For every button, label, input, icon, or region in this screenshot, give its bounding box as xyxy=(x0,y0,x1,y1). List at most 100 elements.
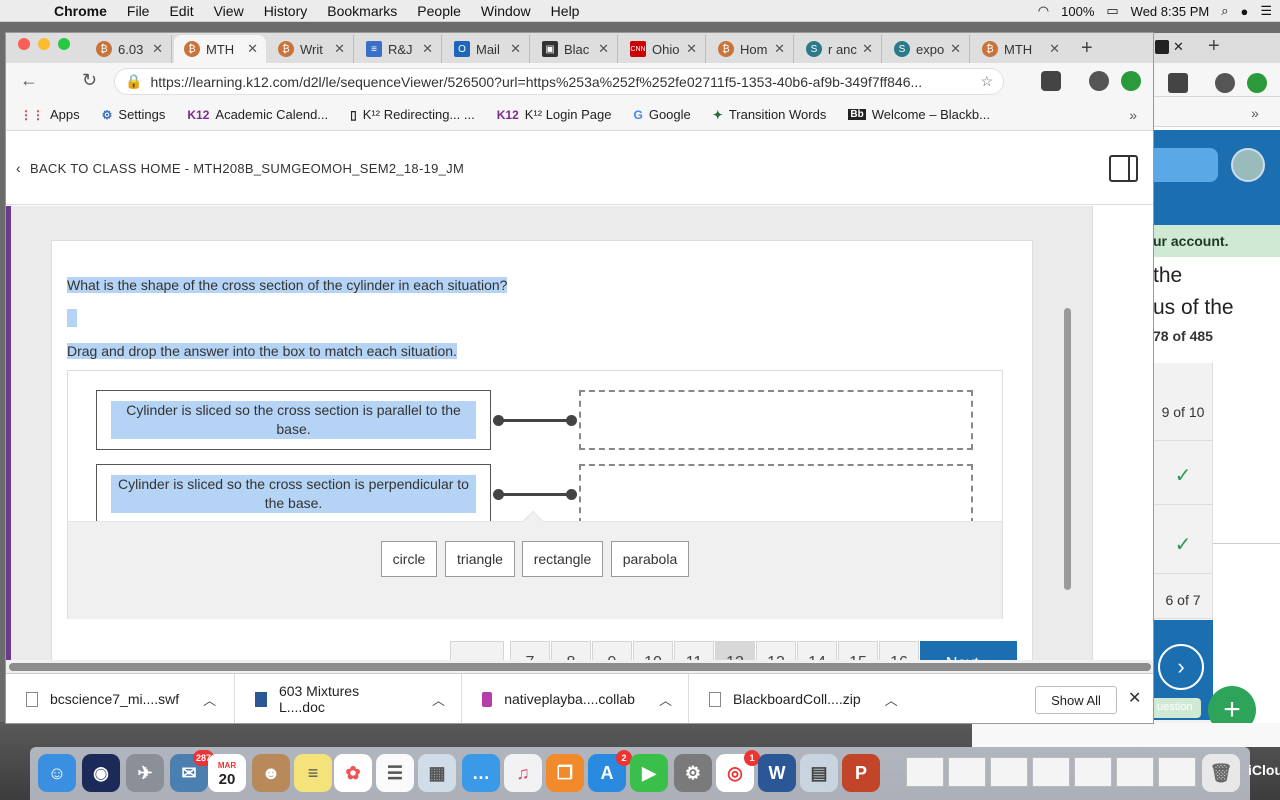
background-update-icon[interactable] xyxy=(1247,73,1267,93)
menu-chrome[interactable]: Chrome xyxy=(44,3,117,19)
answer-chip-parabola[interactable]: parabola xyxy=(611,541,689,577)
photos-icon[interactable]: ✿ xyxy=(334,754,372,792)
image-capture-icon[interactable]: ▤ xyxy=(800,754,838,792)
horizontal-scrollbar-thumb[interactable] xyxy=(9,663,1151,671)
background-user-avatar[interactable] xyxy=(1231,148,1265,182)
facetime-icon[interactable]: ▶ xyxy=(630,754,668,792)
background-progress-row[interactable]: ✓ xyxy=(1153,447,1213,505)
dock-document-thumbnail[interactable] xyxy=(906,757,944,787)
drop-target-1[interactable] xyxy=(579,390,973,450)
bookmark-settings[interactable]: ⚙ Settings xyxy=(102,107,166,122)
reload-icon[interactable]: ↻ xyxy=(82,70,97,91)
reminders-icon[interactable]: ☰ xyxy=(376,754,414,792)
music-icon[interactable]: ♫ xyxy=(504,754,542,792)
tab-close-icon[interactable]: ✕ xyxy=(686,41,697,57)
bookmark-k12-redirecting[interactable]: ▯ K¹² Redirecting... ... xyxy=(350,107,475,122)
background-search-field[interactable] xyxy=(1153,148,1218,182)
tab-1[interactable]: ₿ 6.03 ✕ xyxy=(86,35,172,63)
bookmark-apps[interactable]: ⋮⋮ Apps xyxy=(20,107,80,122)
answer-chip-rectangle[interactable]: rectangle xyxy=(522,541,603,577)
app-store-icon[interactable]: A2 xyxy=(588,750,632,792)
horizontal-scrollbar-track[interactable] xyxy=(6,660,1153,673)
background-question-pill[interactable]: uestion xyxy=(1153,698,1201,718)
background-bookmarks-more-icon[interactable]: » xyxy=(1251,105,1259,121)
back-to-class-link[interactable]: ‹ BACK TO CLASS HOME - MTH208B_SUMGEOMOH… xyxy=(16,160,464,176)
clock[interactable]: Wed 8:35 PM xyxy=(1131,4,1210,19)
dock-document-thumbnail[interactable] xyxy=(1032,757,1070,787)
tab-close-icon[interactable]: ✕ xyxy=(774,41,785,57)
background-tab-favicon[interactable] xyxy=(1155,40,1169,54)
add-fab-button[interactable]: + xyxy=(1208,686,1256,723)
mail-icon[interactable]: ✉ 287 xyxy=(170,750,214,792)
siri-icon[interactable]: ● xyxy=(1240,4,1248,19)
zoom-window-button[interactable] xyxy=(58,38,70,50)
battery-icon[interactable]: ▭ xyxy=(1106,3,1118,19)
show-all-downloads-button[interactable]: Show All xyxy=(1035,686,1117,714)
battery-percent[interactable]: 100% xyxy=(1061,4,1094,19)
tab-2-active[interactable]: ₿ MTH ✕ xyxy=(174,35,266,63)
background-new-tab-icon[interactable]: + xyxy=(1208,35,1220,58)
download-item[interactable]: nativeplayba....collab ︿ xyxy=(462,674,689,723)
tab-close-icon[interactable]: ✕ xyxy=(862,41,873,57)
bookmark-google[interactable]: G Google xyxy=(633,107,690,122)
calendar-icon[interactable]: MAR 20 xyxy=(208,754,246,792)
close-window-button[interactable] xyxy=(18,38,30,50)
messages-icon[interactable]: … xyxy=(462,754,500,792)
bookmark-k12-login[interactable]: K12 K¹² Login Page xyxy=(497,107,612,122)
word-icon[interactable]: W xyxy=(758,754,796,792)
siri-icon[interactable]: ◉ xyxy=(82,754,120,792)
bookmark-academic-calendar[interactable]: K12 Academic Calend... xyxy=(187,107,328,122)
spotlight-search-icon[interactable]: ⌕ xyxy=(1221,3,1228,19)
menu-window[interactable]: Window xyxy=(471,3,541,19)
background-progress-row[interactable]: 6 of 7 xyxy=(1153,581,1213,619)
bookmark-star-icon[interactable]: ☆ xyxy=(980,73,993,90)
minimize-window-button[interactable] xyxy=(38,38,50,50)
menu-view[interactable]: View xyxy=(204,3,254,19)
background-tab-close-icon[interactable]: ✕ xyxy=(1173,39,1184,55)
dock-document-thumbnail[interactable] xyxy=(948,757,986,787)
extension-icon[interactable] xyxy=(1041,71,1061,91)
chevron-up-icon[interactable]: ︿ xyxy=(885,690,898,709)
wifi-icon[interactable]: ◠ xyxy=(1038,3,1049,19)
trash-icon[interactable]: 🗑 xyxy=(1202,754,1240,792)
dock-document-thumbnail[interactable] xyxy=(1158,757,1196,787)
powerpoint-icon[interactable]: P xyxy=(842,754,880,792)
answer-chip-circle[interactable]: circle xyxy=(381,541,437,577)
tab-5[interactable]: O Mail ✕ xyxy=(444,35,530,63)
menu-bookmarks[interactable]: Bookmarks xyxy=(317,3,407,19)
close-shelf-icon[interactable]: ✕ xyxy=(1128,688,1141,708)
tab-9[interactable]: Sr anc ✕ xyxy=(796,35,882,63)
menu-file[interactable]: File xyxy=(117,3,160,19)
books-icon[interactable]: ❐ xyxy=(546,754,584,792)
tab-6[interactable]: ▣ Blac ✕ xyxy=(532,35,618,63)
new-tab-button[interactable]: + xyxy=(1081,37,1093,60)
system-preferences-icon[interactable]: ⚙ xyxy=(674,754,712,792)
launchpad-icon[interactable]: ✈ xyxy=(126,754,164,792)
tab-close-icon[interactable]: ✕ xyxy=(247,41,258,57)
drop-target-2[interactable] xyxy=(579,464,973,524)
toggle-panel-icon[interactable] xyxy=(1109,155,1138,182)
tab-4[interactable]: ≡ R&J ✕ xyxy=(356,35,442,63)
menu-people[interactable]: People xyxy=(407,3,471,19)
chrome-icon[interactable]: ◎ 1 xyxy=(716,750,760,792)
finder-icon[interactable]: ☺ xyxy=(38,754,76,792)
dock-document-thumbnail[interactable] xyxy=(1116,757,1154,787)
download-item[interactable]: BlackboardColl....zip ︿ xyxy=(689,674,916,723)
bookmarks-overflow-icon[interactable]: » xyxy=(1129,107,1137,123)
tab-10[interactable]: Sexpo ✕ xyxy=(884,35,970,63)
background-profile-icon[interactable] xyxy=(1215,73,1235,93)
bookmark-transition-words[interactable]: ✦ Transition Words xyxy=(713,107,827,122)
menu-edit[interactable]: Edit xyxy=(159,3,203,19)
tab-3[interactable]: ₿ Writ ✕ xyxy=(268,35,354,63)
background-progress-row[interactable]: 9 of 10 xyxy=(1153,383,1213,441)
tab-close-icon[interactable]: ✕ xyxy=(334,41,345,57)
address-bar[interactable]: 🔒 https://learning.k12.com/d2l/le/sequen… xyxy=(114,68,1004,95)
background-extension-icon[interactable] xyxy=(1168,73,1188,93)
notification-center-icon[interactable]: ☰ xyxy=(1260,3,1272,19)
lock-icon[interactable]: 🔒 xyxy=(125,73,142,90)
update-icon[interactable] xyxy=(1121,71,1141,91)
notes-icon[interactable]: ≡ xyxy=(294,754,332,792)
background-progress-row[interactable]: ✓ xyxy=(1153,516,1213,574)
tab-close-icon[interactable]: ✕ xyxy=(422,41,433,57)
tab-close-icon[interactable]: ✕ xyxy=(510,41,521,57)
